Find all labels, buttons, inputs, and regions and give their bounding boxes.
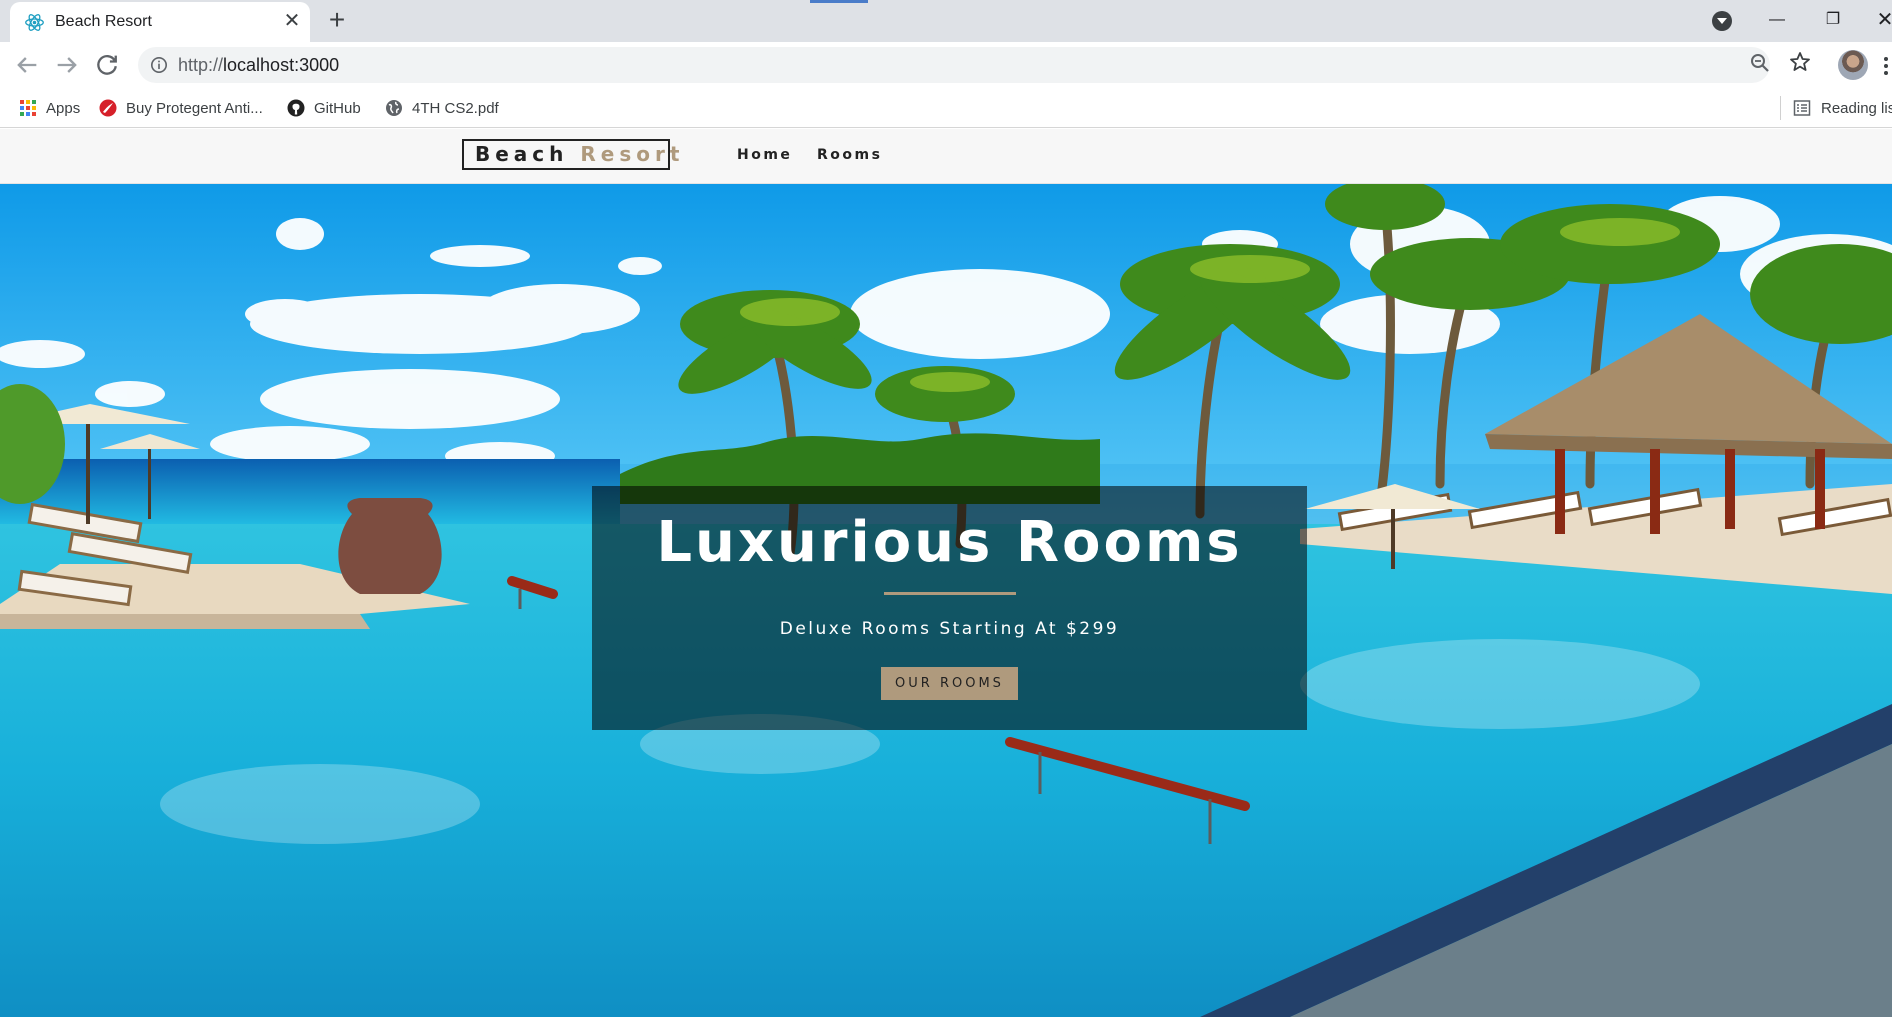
profile-avatar[interactable] — [1838, 50, 1868, 80]
nav-link-rooms[interactable]: Rooms — [817, 147, 882, 163]
apps-grid-icon — [20, 100, 36, 116]
forward-arrow-icon[interactable] — [53, 51, 81, 79]
bookmark-label: 4TH CS2.pdf — [412, 99, 499, 117]
tab-indicator — [810, 0, 868, 3]
url-scheme: http:// — [178, 55, 224, 75]
new-tab-button[interactable]: + — [323, 6, 351, 35]
window-close-button[interactable]: ✕ — [1870, 6, 1892, 34]
bookmark-pdf[interactable]: 4TH CS2.pdf — [385, 96, 499, 120]
banner-subtitle: Deluxe Rooms Starting At $299 — [779, 619, 1120, 639]
hero-section: Luxurious Rooms Deluxe Rooms Starting At… — [0, 184, 1892, 1017]
github-icon — [287, 99, 305, 117]
hero-banner: Luxurious Rooms Deluxe Rooms Starting At… — [592, 486, 1307, 730]
browser-toolbar: http://localhost:3000 — [0, 42, 1892, 88]
banner-title: Luxurious Rooms — [656, 510, 1243, 575]
bookmark-label: Apps — [46, 99, 81, 117]
bookmark-apps[interactable]: Apps — [19, 96, 80, 120]
site-logo[interactable]: Beach Resort — [462, 139, 679, 170]
site-navbar: Beach Resort Home Rooms — [0, 129, 1892, 184]
address-bar[interactable]: http://localhost:3000 — [138, 47, 1770, 83]
react-favicon-icon — [25, 14, 44, 31]
bookmark-github[interactable]: GitHub — [287, 96, 361, 120]
logo-word-resort: Resort — [580, 142, 685, 166]
reading-list-label: Reading lis — [1821, 99, 1892, 117]
browser-tab[interactable]: Beach Resort ✕ — [10, 2, 310, 42]
bookmarks-bar: Apps Buy Protegent Anti... GitHub 4TH CS… — [0, 88, 1892, 128]
bookmark-label: Buy Protegent Anti... — [126, 99, 263, 117]
tab-search-dropdown-icon[interactable] — [1712, 11, 1732, 31]
reading-list-button[interactable]: Reading lis — [1780, 96, 1892, 120]
our-rooms-button[interactable]: our rooms — [881, 667, 1018, 700]
bookmark-protegent[interactable]: Buy Protegent Anti... — [99, 96, 263, 120]
window-restore-button[interactable]: ❐ — [1818, 6, 1848, 34]
kebab-menu-icon[interactable] — [1882, 54, 1890, 78]
globe-icon — [386, 100, 402, 116]
url-host: localhost:3000 — [223, 55, 340, 75]
site-info-icon[interactable] — [150, 56, 168, 74]
reload-icon[interactable] — [93, 51, 121, 79]
protegent-icon — [99, 99, 117, 117]
url-text[interactable]: http://localhost:3000 — [178, 55, 339, 76]
banner-divider — [884, 592, 1016, 595]
window-minimize-button[interactable]: — — [1762, 6, 1792, 34]
tab-title: Beach Resort — [55, 13, 152, 30]
bookmark-label: GitHub — [314, 99, 361, 117]
reading-list-icon — [1793, 100, 1811, 116]
nav-link-home[interactable]: Home — [737, 147, 792, 163]
zoom-icon[interactable] — [1748, 51, 1772, 75]
back-arrow-icon[interactable] — [13, 51, 41, 79]
bookmark-star-icon[interactable] — [1788, 50, 1812, 74]
tab-close-icon[interactable]: ✕ — [281, 10, 303, 32]
browser-tab-strip: Beach Resort ✕ + — ❐ ✕ — [0, 0, 1892, 42]
logo-word-beach: Beach — [475, 142, 569, 166]
